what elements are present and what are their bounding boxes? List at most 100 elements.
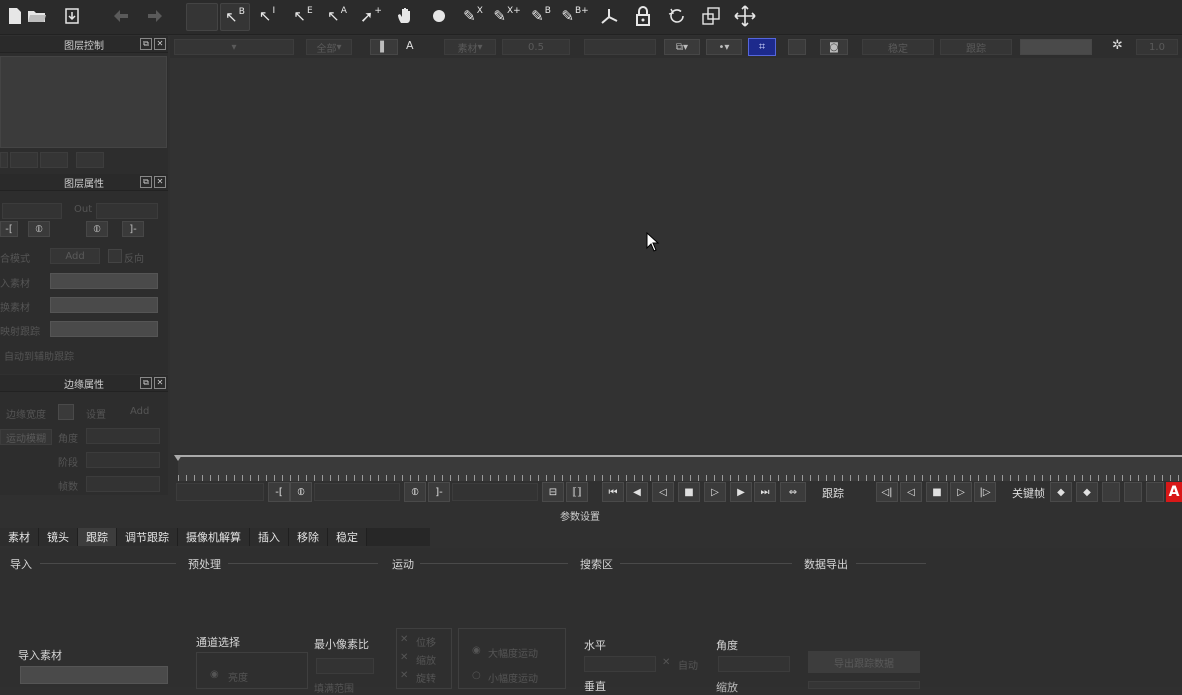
- timeline-ruler[interactable]: [174, 455, 1182, 481]
- set-end-button[interactable]: ]-: [428, 482, 450, 502]
- square-toggle[interactable]: [788, 39, 806, 55]
- pen-x-plus-icon[interactable]: ✎ X+: [493, 3, 520, 29]
- rotate-icon[interactable]: [664, 3, 690, 29]
- a-toggle[interactable]: A: [406, 39, 414, 52]
- play-forward-icon[interactable]: ▶: [730, 482, 752, 502]
- back-arrow-icon[interactable]: [108, 3, 134, 29]
- loop-button[interactable]: ⊟: [542, 482, 564, 502]
- out-point-field[interactable]: [96, 203, 158, 219]
- bounce-button[interactable]: ⟦⟧: [566, 482, 588, 502]
- color-swatch-button[interactable]: [186, 3, 218, 31]
- close-panel-icon[interactable]: ✕: [154, 377, 166, 389]
- go-end-button[interactable]: ⦶: [404, 482, 426, 502]
- scale-checkbox[interactable]: ✕: [400, 652, 408, 663]
- set-in-button[interactable]: -[: [0, 221, 18, 237]
- row-slider-2[interactable]: [50, 297, 158, 313]
- current-frame-field[interactable]: [314, 483, 400, 501]
- tab-1[interactable]: 镜头: [39, 528, 78, 546]
- start-frame-field[interactable]: [176, 483, 264, 501]
- float-panel-icon[interactable]: ⧉: [140, 377, 152, 389]
- small-motion-radio[interactable]: ○: [472, 670, 481, 681]
- prev-keyframe-icon[interactable]: ◆: [1050, 482, 1072, 502]
- lock-icon[interactable]: [630, 3, 656, 29]
- export-track-data-button[interactable]: 导出跟踪数据: [808, 651, 920, 673]
- stop-icon[interactable]: ■: [678, 482, 700, 502]
- track-forward-icon[interactable]: |▷: [974, 482, 996, 502]
- next-keyframe-icon[interactable]: ◆: [1076, 482, 1098, 502]
- layer-button-1[interactable]: [0, 152, 8, 168]
- min-pixel-ratio-field[interactable]: [316, 658, 374, 674]
- channel-radio-icon[interactable]: ◉: [210, 669, 219, 680]
- invert-checkbox[interactable]: [108, 249, 122, 263]
- tab-0[interactable]: 素材: [0, 528, 39, 546]
- overlay-select[interactable]: ⧉▾: [664, 39, 700, 55]
- display-select[interactable]: 素材 ▾: [444, 39, 496, 55]
- opacity-field[interactable]: 0.5: [502, 39, 570, 55]
- row-slider-1[interactable]: [50, 273, 158, 289]
- blend-mode-select[interactable]: Add: [50, 248, 100, 264]
- forward-arrow-icon[interactable]: [142, 3, 168, 29]
- play-back-icon[interactable]: ◀: [626, 482, 648, 502]
- motion-blur-button[interactable]: 运动模糊: [0, 429, 52, 445]
- layer-button-3[interactable]: [40, 152, 68, 168]
- layer-button-2[interactable]: [10, 152, 38, 168]
- rect-toggle[interactable]: ▌: [370, 39, 398, 55]
- pen-b-plus-icon[interactable]: ✎ B+: [561, 3, 588, 29]
- rotate-checkbox[interactable]: ✕: [400, 670, 408, 681]
- set-start-button[interactable]: -[: [268, 482, 290, 502]
- link-icon[interactable]: ⇔: [780, 482, 806, 502]
- close-panel-icon[interactable]: ✕: [154, 176, 166, 188]
- angle-search-field[interactable]: [718, 656, 790, 672]
- in-point-field[interactable]: [2, 203, 62, 219]
- split-icon[interactable]: [596, 3, 622, 29]
- pen-b-icon[interactable]: ✎ B: [528, 3, 554, 29]
- scale-icon[interactable]: [698, 3, 724, 29]
- step-back-icon[interactable]: ◁: [652, 482, 674, 502]
- open-folder-icon[interactable]: [24, 3, 50, 29]
- keyframe-toggle-1[interactable]: [1102, 482, 1120, 502]
- select-b-icon[interactable]: ↖ B: [220, 3, 250, 31]
- tab-3[interactable]: 调节跟踪: [117, 528, 178, 546]
- move-icon[interactable]: [732, 3, 758, 29]
- shift-checkbox[interactable]: ✕: [400, 634, 408, 645]
- tab-2[interactable]: 跟踪: [78, 528, 117, 546]
- first-frame-icon[interactable]: ⏮: [602, 482, 624, 502]
- select-i-icon[interactable]: ↖ I: [254, 3, 280, 29]
- go-out-button[interactable]: ⦶: [86, 221, 108, 237]
- viewbar-button-1[interactable]: [584, 39, 656, 55]
- stabilize-button[interactable]: 稳定: [862, 39, 934, 55]
- large-motion-radio[interactable]: ◉: [472, 645, 481, 656]
- float-panel-icon[interactable]: ⧉: [140, 38, 152, 50]
- row-slider-3[interactable]: [50, 321, 158, 337]
- tab-6[interactable]: 移除: [289, 528, 328, 546]
- frame-field[interactable]: [86, 476, 160, 492]
- edge-color-swatch[interactable]: [58, 404, 74, 420]
- save-icon[interactable]: [60, 3, 86, 29]
- point-select[interactable]: •▾: [706, 39, 742, 55]
- circle-dot-icon[interactable]: [426, 3, 452, 29]
- viewer-canvas[interactable]: [170, 58, 1182, 453]
- hand-icon[interactable]: [392, 3, 418, 29]
- add-point-icon[interactable]: ➚ +: [358, 3, 384, 29]
- select-a-icon[interactable]: ↖ A: [324, 3, 350, 29]
- tab-7[interactable]: 稳定: [328, 528, 367, 546]
- import-footage-select[interactable]: [20, 666, 168, 684]
- keyframe-toggle-3[interactable]: [1146, 482, 1164, 502]
- pen-x-icon[interactable]: ✎ X: [460, 3, 486, 29]
- camera-toggle[interactable]: ◙: [820, 39, 848, 55]
- set-out-button[interactable]: ]-: [122, 221, 144, 237]
- track-stop-icon[interactable]: ■: [926, 482, 948, 502]
- go-start-button[interactable]: ⦶: [290, 482, 312, 502]
- float-panel-icon[interactable]: ⧉: [140, 176, 152, 188]
- brightness-icon[interactable]: ✲: [1112, 38, 1123, 53]
- layer-select[interactable]: ▾: [174, 39, 294, 55]
- layer-list[interactable]: [0, 56, 167, 148]
- phase-field[interactable]: [86, 452, 160, 468]
- tab-5[interactable]: 插入: [250, 528, 289, 546]
- auto-key-icon[interactable]: A: [1166, 482, 1182, 502]
- viewbar-button-2[interactable]: [1020, 39, 1092, 55]
- layer-button-4[interactable]: [76, 152, 104, 168]
- tab-4[interactable]: 摄像机解算: [178, 528, 250, 546]
- export-second-button[interactable]: [808, 681, 920, 689]
- keyframe-toggle-2[interactable]: [1124, 482, 1142, 502]
